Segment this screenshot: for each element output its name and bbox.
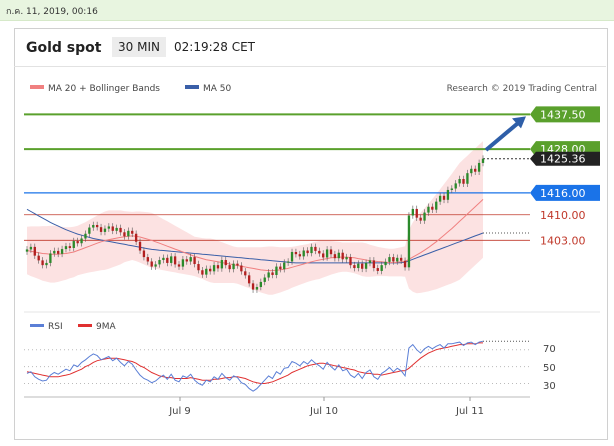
rsi-tick-70: 70	[543, 344, 556, 355]
level-1437-50-label: 1437.50	[540, 108, 586, 121]
rsi-ma-legend-label: 9MA	[96, 322, 116, 332]
level-1416-00-label: 1416.00	[540, 187, 586, 200]
x-tick-jul10: Jul 10	[309, 406, 338, 417]
level-1425-36-label: 1425.36	[540, 153, 586, 166]
candle	[411, 205, 415, 219]
rsi-legend-swatch	[30, 324, 44, 327]
bollinger-band-area	[27, 141, 483, 295]
rsi-ma-line	[26, 342, 483, 384]
rsi-legend-label: RSI	[48, 322, 63, 332]
level-tags: 1437.501428.001425.361416.001410.001403.…	[530, 106, 600, 247]
legend-swatch-ma20	[30, 85, 44, 89]
rsi-tick-30: 30	[543, 381, 556, 392]
rsi-tick-50: 50	[543, 363, 556, 374]
legend-swatch-ma50	[185, 85, 199, 89]
copyright: Research © 2019 Trading Central	[447, 84, 597, 94]
rsi-lines	[26, 340, 530, 392]
rsi-line	[26, 340, 484, 392]
chart-svg: MA 20 + Bollinger Bands MA 50 Research ©…	[24, 84, 600, 417]
x-tick-jul9: Jul 9	[168, 406, 191, 417]
candle	[407, 212, 411, 271]
rsi-grid	[24, 349, 530, 385]
level-1410-00-label: 1410.00	[540, 209, 586, 222]
legend-label-ma50: MA 50	[203, 84, 232, 94]
x-tick-jul11: Jul 11	[455, 406, 484, 417]
target-arrow	[484, 116, 526, 152]
target-arrow-shaft	[484, 119, 522, 152]
legend-label-ma20: MA 20 + Bollinger Bands	[48, 84, 160, 94]
bollinger-band	[27, 141, 483, 295]
level-1403-00-label: 1403.00	[540, 234, 586, 247]
rsi-ma-legend-swatch	[78, 324, 92, 327]
